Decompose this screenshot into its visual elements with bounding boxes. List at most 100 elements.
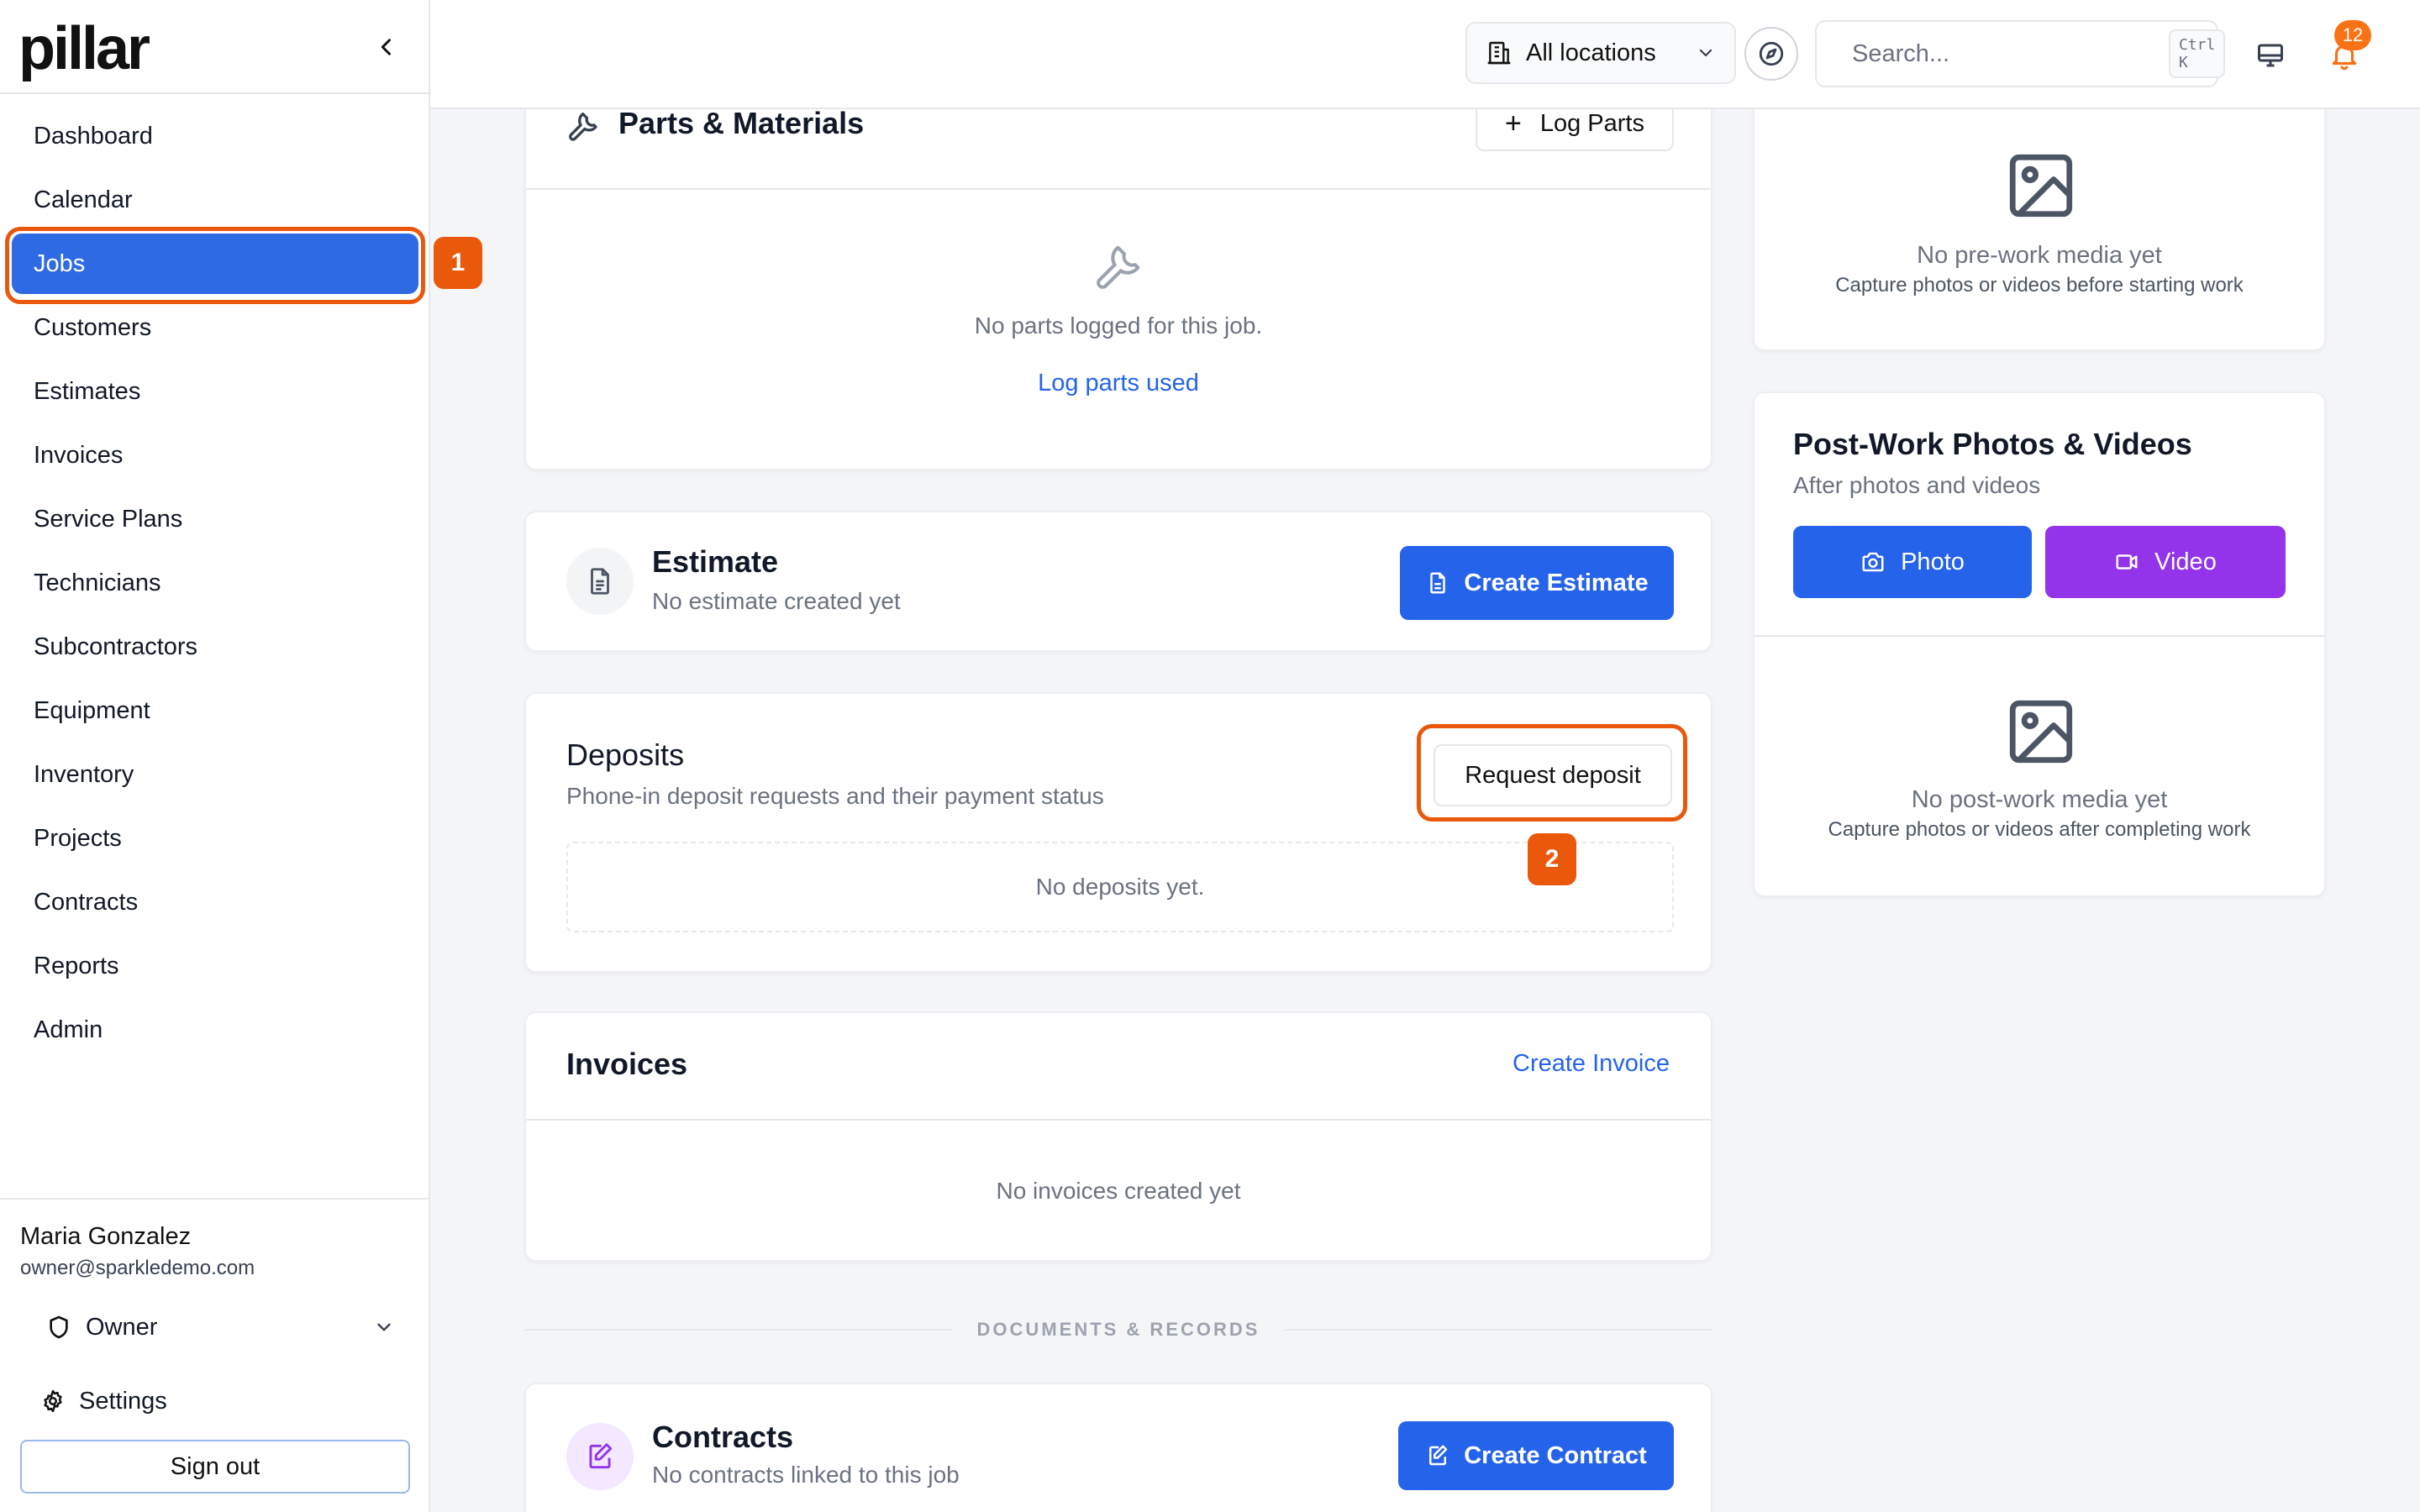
- post-work-title: Post-Work Photos & Videos: [1793, 427, 2192, 461]
- sidebar-item-label: Technicians: [34, 569, 161, 596]
- divider: [526, 188, 1711, 190]
- deposits-card: Deposits Phone-in deposit requests and t…: [524, 692, 1712, 973]
- search-box[interactable]: Ctrl K: [1815, 20, 2226, 87]
- log-parts-label: Log Parts: [1539, 109, 1644, 137]
- sidebar-item-technicians[interactable]: Technicians: [12, 553, 418, 613]
- create-estimate-label: Create Estimate: [1464, 569, 1649, 596]
- contracts-subtitle: No contracts linked to this job: [652, 1462, 960, 1488]
- create-invoice-link[interactable]: Create Invoice: [1512, 1050, 1670, 1078]
- sidebar-item-inventory[interactable]: Inventory: [12, 744, 418, 805]
- location-label: All locations: [1526, 39, 1656, 66]
- sidebar-item-label: Service Plans: [34, 505, 183, 533]
- sign-out-button[interactable]: Sign out: [20, 1440, 410, 1494]
- video-camera-icon: [2116, 554, 2138, 570]
- request-deposit-button[interactable]: Request deposit: [1434, 744, 1672, 806]
- sidebar-item-reports[interactable]: Reports: [12, 936, 418, 996]
- plus-icon: +: [1505, 108, 1522, 139]
- photo-button[interactable]: Photo: [1793, 526, 2032, 598]
- display-button[interactable]: [2245, 30, 2296, 81]
- log-parts-used-link[interactable]: Log parts used: [526, 370, 1711, 397]
- image-icon: [2009, 700, 2073, 764]
- sidebar-item-equipment[interactable]: Equipment: [12, 680, 418, 741]
- create-estimate-button[interactable]: Create Estimate: [1400, 546, 1674, 620]
- sidebar-item-label: Calendar: [34, 186, 133, 213]
- sidebar-item-label: Reports: [34, 952, 119, 979]
- sidebar-item-admin[interactable]: Admin: [12, 1000, 418, 1060]
- user-name: Maria Gonzalez: [20, 1223, 192, 1250]
- explore-button[interactable]: [1744, 27, 1798, 81]
- sidebar-item-label: Estimates: [34, 377, 141, 405]
- gear-icon: [44, 1389, 62, 1413]
- parts-materials-card: Parts & Materials + Log Parts No parts l…: [524, 84, 1712, 470]
- sidebar-item-projects[interactable]: Projects: [12, 808, 418, 869]
- sidebar-item-label: Customers: [34, 313, 152, 341]
- video-button[interactable]: Video: [2045, 526, 2286, 598]
- sidebar-item-customers[interactable]: Customers: [12, 297, 418, 358]
- search-input[interactable]: [1852, 39, 2169, 68]
- collapse-sidebar-button[interactable]: [370, 30, 403, 64]
- pre-work-empty-title: No pre-work media yet: [1917, 242, 2162, 269]
- notification-count-badge: 12: [2334, 20, 2371, 50]
- photo-label: Photo: [1901, 548, 1965, 575]
- document-icon: [591, 568, 609, 595]
- monitor-icon: [2258, 44, 2283, 67]
- sidebar-item-jobs[interactable]: Jobs: [12, 234, 418, 294]
- video-label: Video: [2154, 548, 2217, 575]
- chevron-down-icon: [1699, 49, 1712, 57]
- sidebar-item-contracts[interactable]: Contracts: [12, 872, 418, 932]
- chevron-down-icon: [377, 1323, 391, 1331]
- estimate-subtitle: No estimate created yet: [652, 588, 901, 614]
- deposits-empty-state: No deposits yet.: [566, 842, 1674, 932]
- deposits-subtitle: Phone-in deposit requests and their paym…: [566, 783, 1104, 809]
- estimate-icon-wrap: [566, 548, 634, 615]
- edit-document-icon: [1429, 1445, 1448, 1466]
- step-badge-1: 1: [434, 237, 482, 289]
- role-selector[interactable]: Owner: [20, 1300, 410, 1354]
- pre-work-media-card: No pre-work media yet Capture photos or …: [1753, 84, 2326, 351]
- document-icon: [1430, 572, 1446, 594]
- invoices-empty-text: No invoices created yet: [996, 1178, 1241, 1204]
- sidebar-item-calendar[interactable]: Calendar: [12, 170, 418, 230]
- pre-work-empty-sub: Capture photos or videos before starting…: [1835, 274, 2244, 297]
- image-icon: [2009, 154, 2073, 218]
- sidebar-item-label: Dashboard: [34, 122, 153, 150]
- sidebar-item-subcontractors[interactable]: Subcontractors: [12, 617, 418, 677]
- sidebar-item-service-plans[interactable]: Service Plans: [12, 489, 418, 549]
- separator-line: [1285, 1329, 1712, 1331]
- sidebar-item-label: Inventory: [34, 760, 134, 788]
- user-email: owner@sparkledemo.com: [20, 1257, 255, 1279]
- invoices-title: Invoices: [566, 1047, 688, 1081]
- shield-icon: [50, 1315, 68, 1339]
- pillar-logo[interactable]: pillar: [18, 18, 150, 79]
- documents-records-label: DOCUMENTS & RECORDS: [976, 1319, 1260, 1340]
- search-shortcut: Ctrl K: [2169, 29, 2226, 78]
- sidebar-item-invoices[interactable]: Invoices: [12, 425, 418, 486]
- sidebar-item-label: Jobs: [34, 249, 86, 277]
- invoices-card: Invoices Create Invoice No invoices crea…: [524, 1011, 1712, 1262]
- compass-icon: [1759, 41, 1784, 66]
- divider: [1754, 635, 2324, 637]
- sidebar-item-label: Subcontractors: [34, 633, 198, 660]
- parts-title: Parts & Materials: [618, 106, 865, 140]
- deposits-title: Deposits: [566, 738, 685, 772]
- sidebar-item-dashboard[interactable]: Dashboard: [12, 106, 418, 166]
- settings-link[interactable]: Settings: [20, 1376, 410, 1426]
- location-select[interactable]: All locations: [1465, 22, 1736, 84]
- logo-row: pillar: [0, 0, 430, 94]
- edit-document-icon: [589, 1443, 613, 1469]
- parts-empty-text: No parts logged for this job.: [974, 312, 1263, 339]
- sidebar-item-label: Invoices: [34, 441, 124, 469]
- post-work-empty-sub: Capture photos or videos after completin…: [1828, 818, 2251, 841]
- sidebar-item-label: Equipment: [34, 696, 150, 724]
- estimate-title: Estimate: [652, 544, 779, 579]
- building-icon: [1487, 41, 1511, 65]
- sidebar: pillar Dashboard Calendar Jobs Customers…: [0, 0, 430, 1512]
- role-label: Owner: [86, 1313, 158, 1341]
- create-contract-button[interactable]: Create Contract: [1398, 1421, 1674, 1490]
- divider: [526, 1119, 1711, 1121]
- user-panel: Maria Gonzalez owner@sparkledemo.com Own…: [0, 1198, 430, 1512]
- wrench-icon: [1097, 245, 1140, 289]
- contracts-card: Contracts No contracts linked to this jo…: [524, 1383, 1712, 1512]
- estimate-card: Estimate No estimate created yet Create …: [524, 511, 1712, 652]
- sidebar-item-estimates[interactable]: Estimates: [12, 361, 418, 422]
